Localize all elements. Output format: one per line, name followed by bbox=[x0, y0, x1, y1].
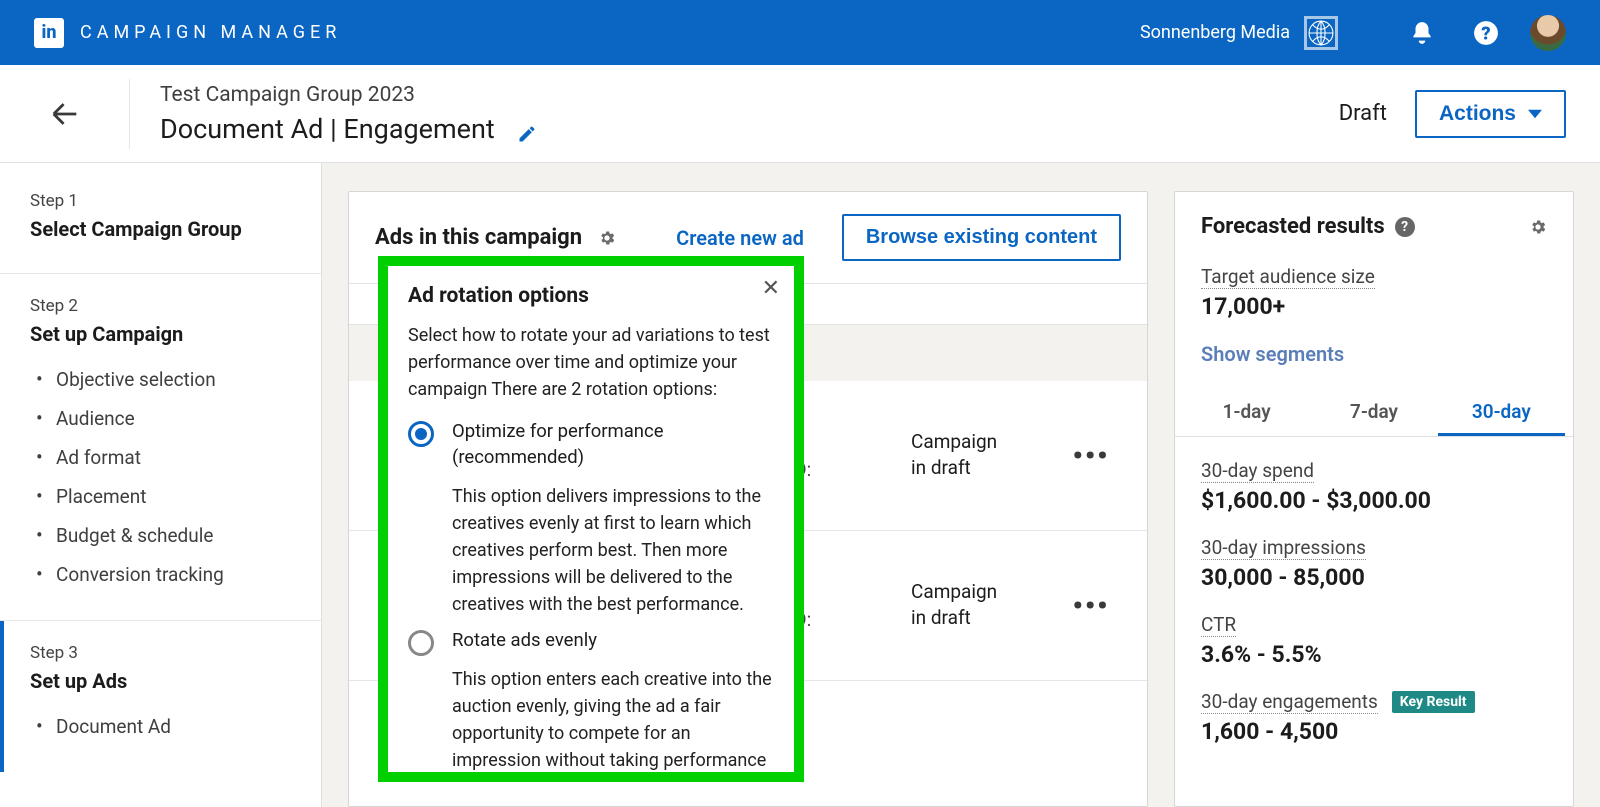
tab-1-day[interactable]: 1-day bbox=[1183, 390, 1310, 436]
step-title: Set up Ads bbox=[30, 669, 291, 693]
option-title: Optimize for performance (recommended) bbox=[452, 419, 774, 471]
user-avatar[interactable] bbox=[1530, 15, 1566, 51]
substep-ad-format[interactable]: Ad format bbox=[36, 438, 291, 477]
campaign-status: Draft bbox=[1339, 101, 1387, 126]
substep-document-ad[interactable]: Document Ad bbox=[36, 707, 291, 746]
substep-audience[interactable]: Audience bbox=[36, 399, 291, 438]
step-label: Step 3 bbox=[30, 643, 291, 663]
actions-label: Actions bbox=[1439, 102, 1516, 126]
substep-budget[interactable]: Budget & schedule bbox=[36, 516, 291, 555]
step-label: Step 1 bbox=[30, 191, 291, 211]
campaign-group-title: Test Campaign Group 2023 bbox=[160, 83, 537, 107]
radio-icon[interactable] bbox=[408, 630, 434, 656]
impressions-value: 30,000 - 85,000 bbox=[1201, 564, 1547, 591]
gear-icon[interactable] bbox=[598, 229, 616, 247]
impressions-label: 30-day impressions bbox=[1201, 536, 1366, 560]
radio-icon[interactable] bbox=[408, 421, 434, 447]
wizard-sidebar: Step 1 Select Campaign Group Step 2 Set … bbox=[0, 163, 322, 807]
ad-rotation-popover: ✕ Ad rotation options Select how to rota… bbox=[388, 266, 794, 772]
key-result-badge: Key Result bbox=[1392, 691, 1475, 713]
engagements-value: 1,600 - 4,500 bbox=[1201, 718, 1547, 745]
chevron-down-icon bbox=[1528, 107, 1542, 121]
tab-30-day[interactable]: 30-day bbox=[1438, 390, 1565, 436]
account-name[interactable]: Sonnenberg Media bbox=[1140, 22, 1290, 43]
linkedin-logo-icon: in bbox=[34, 18, 64, 48]
rotation-option-optimize[interactable]: Optimize for performance (recommended) T… bbox=[408, 419, 774, 618]
ad-status-line2: in draft bbox=[911, 606, 971, 629]
popover-title: Ad rotation options bbox=[408, 284, 774, 308]
audience-size-value: 17,000+ bbox=[1201, 293, 1547, 320]
substep-conversion[interactable]: Conversion tracking bbox=[36, 555, 291, 594]
step-2-block[interactable]: Step 2 Set up Campaign Objective selecti… bbox=[0, 274, 321, 621]
step-label: Step 2 bbox=[30, 296, 291, 316]
step-title: Select Campaign Group bbox=[30, 217, 291, 241]
svg-text:?: ? bbox=[1481, 23, 1490, 44]
row-menu-icon[interactable]: ••• bbox=[1061, 439, 1121, 472]
forecast-title: Forecasted results bbox=[1201, 214, 1385, 239]
step-title: Set up Campaign bbox=[30, 322, 291, 346]
bell-icon[interactable] bbox=[1402, 13, 1442, 53]
option-description: This option delivers impressions to the … bbox=[452, 483, 774, 618]
account-icon[interactable] bbox=[1304, 16, 1338, 50]
top-bar: in CAMPAIGN MANAGER Sonnenberg Media ? bbox=[0, 0, 1600, 65]
popover-intro: Select how to rotate your ad variations … bbox=[408, 322, 774, 403]
option-description: This option enters each creative into th… bbox=[452, 666, 774, 772]
ad-status-line1: Campaign bbox=[911, 580, 997, 603]
rotation-option-even[interactable]: Rotate ads evenly This option enters eac… bbox=[408, 628, 774, 772]
edit-title-icon[interactable] bbox=[517, 119, 537, 139]
spend-label: 30-day spend bbox=[1201, 459, 1314, 483]
forecast-card: Forecasted results ? Target audience siz… bbox=[1174, 191, 1574, 807]
sub-header: Test Campaign Group 2023 Document Ad | E… bbox=[0, 65, 1600, 163]
browse-content-button[interactable]: Browse existing content bbox=[842, 214, 1121, 261]
audience-size-label: Target audience size bbox=[1201, 265, 1375, 289]
gear-icon[interactable] bbox=[1529, 218, 1547, 236]
substep-objective[interactable]: Objective selection bbox=[36, 360, 291, 399]
ctr-value: 3.6% - 5.5% bbox=[1201, 641, 1547, 668]
spend-value: $1,600.00 - $3,000.00 bbox=[1201, 487, 1547, 514]
step-3-block[interactable]: Step 3 Set up Ads Document Ad bbox=[0, 621, 321, 772]
tab-7-day[interactable]: 7-day bbox=[1310, 390, 1437, 436]
ctr-label: CTR bbox=[1201, 613, 1236, 637]
campaign-title: Document Ad | Engagement bbox=[160, 113, 495, 145]
option-title: Rotate ads evenly bbox=[452, 628, 774, 654]
actions-dropdown[interactable]: Actions bbox=[1415, 90, 1566, 138]
back-button[interactable] bbox=[0, 79, 130, 149]
ad-status-line2: in draft bbox=[911, 456, 971, 479]
close-icon[interactable]: ✕ bbox=[762, 276, 780, 301]
forecast-range-tabs: 1-day 7-day 30-day bbox=[1175, 390, 1573, 437]
highlight-box: ✕ Ad rotation options Select how to rota… bbox=[378, 256, 804, 782]
create-new-ad-link[interactable]: Create new ad bbox=[676, 226, 804, 250]
show-segments-link[interactable]: Show segments bbox=[1201, 342, 1547, 366]
engagements-label: 30-day engagements bbox=[1201, 690, 1378, 714]
substep-placement[interactable]: Placement bbox=[36, 477, 291, 516]
row-menu-icon[interactable]: ••• bbox=[1061, 589, 1121, 622]
step-1-block[interactable]: Step 1 Select Campaign Group bbox=[0, 187, 321, 274]
ad-status-line1: Campaign bbox=[911, 430, 997, 453]
ads-card-title: Ads in this campaign bbox=[375, 225, 582, 250]
help-icon[interactable]: ? bbox=[1466, 13, 1506, 53]
help-icon[interactable]: ? bbox=[1395, 217, 1415, 237]
app-title: CAMPAIGN MANAGER bbox=[80, 22, 341, 43]
